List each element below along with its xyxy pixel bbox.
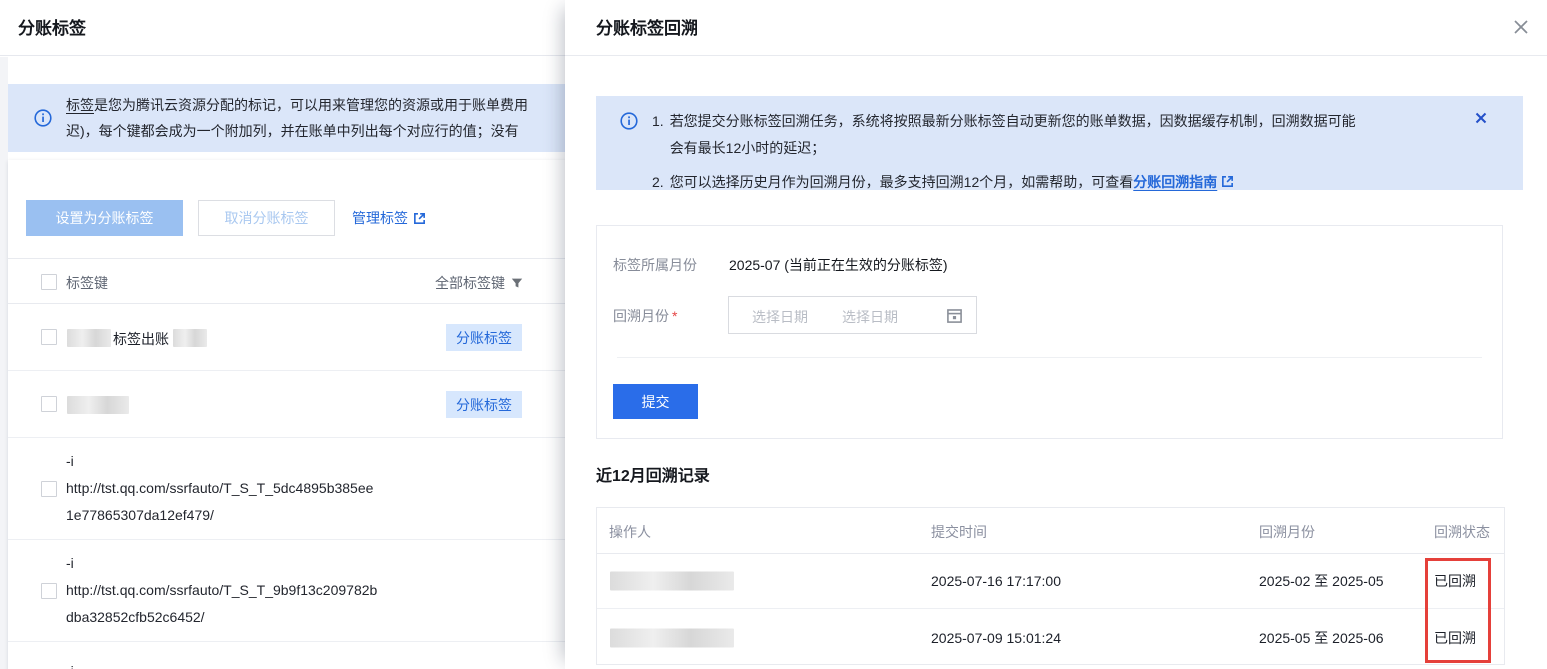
allocation-tag-badge: 分账标签: [446, 324, 522, 351]
operator-column-header: 操作人: [609, 522, 651, 542]
cancel-allocation-tag-button[interactable]: 取消分账标签: [198, 200, 335, 236]
submit-button[interactable]: 提交: [613, 384, 698, 419]
row-checkbox[interactable]: [41, 481, 57, 497]
tag-row: 标签出账 分账标签: [8, 304, 565, 371]
tag-row: 分账标签: [8, 371, 565, 438]
close-icon[interactable]: [1511, 17, 1531, 37]
notice-item-2: 2. 您可以选择历史月作为回溯月份，最多支持回溯12个月，如需帮助，可查看分账回…: [652, 169, 1356, 196]
end-date-placeholder: 选择日期: [842, 307, 898, 327]
tag-key-text: -i http://tst.qq.com/ssrfauto/T_S_T_5dc4…: [66, 448, 373, 529]
row-checkbox[interactable]: [41, 583, 57, 599]
backtrack-months-cell: 2025-05 至 2025-06: [1259, 628, 1384, 648]
tag-key-text: -i http://tst.qq.com/ssrfauto/T_S_T_9b9f…: [66, 550, 377, 631]
backtrack-months-column-header: 回溯月份: [1259, 522, 1315, 542]
notice-item-1-line2: 会有最长12小时的延迟；: [670, 135, 1356, 162]
start-date-placeholder: 选择日期: [752, 307, 808, 327]
notice-item-2-text: 您可以选择历史月作为回溯月份，最多支持回溯12个月，如需帮助，可查看: [670, 174, 1134, 190]
external-link-icon: [413, 212, 426, 225]
external-link-icon: [1221, 175, 1234, 188]
calendar-icon: [946, 307, 963, 324]
page-title: 分账标签: [18, 14, 86, 39]
tags-info-banner: 标签是您为腾讯云资源分配的标记，可以用来管理您的资源或用于账单费用 迟)，每个键…: [8, 84, 565, 152]
tag-term-link[interactable]: 标签: [66, 97, 94, 113]
submit-time-column-header: 提交时间: [931, 522, 987, 542]
tags-info-line1: 是您为腾讯云资源分配的标记，可以用来管理您的资源或用于账单费用: [94, 97, 528, 113]
backtrack-guide-link[interactable]: 分账回溯指南: [1133, 174, 1217, 190]
tag-key-filter[interactable]: 全部标签键: [435, 273, 523, 293]
manage-tags-link[interactable]: 管理标签: [352, 208, 426, 228]
status-column-header: 回溯状态: [1434, 522, 1490, 542]
redacted-operator: [610, 572, 734, 591]
required-mark: *: [672, 308, 677, 324]
redacted-text: [67, 396, 129, 414]
filter-funnel-icon: [511, 277, 523, 289]
set-allocation-tag-button[interactable]: 设置为分账标签: [26, 200, 183, 236]
cost-allocation-tags-page: 分账标签 标签是您为腾讯云资源分配的标记，可以用来管理您的资源或用于账单费用 迟…: [0, 0, 565, 669]
submit-time-cell: 2025-07-16 17:17:00: [931, 573, 1061, 589]
tag-month-value: 2025-07 (当前正在生效的分账标签): [729, 255, 948, 275]
panel-title: 分账标签回溯: [596, 14, 698, 39]
tag-month-label: 标签所属月份: [613, 255, 697, 275]
tag-row: -i: [8, 642, 565, 669]
tag-key-column-header: 标签键: [66, 273, 108, 293]
form-divider: [617, 357, 1482, 358]
redacted-text: [67, 329, 111, 347]
notice-body: 1. 若您提交分账标签回溯任务，系统将按照最新分账标签自动更新您的账单数据，因数…: [652, 108, 1356, 196]
backtrack-month-range-picker[interactable]: 选择日期 选择日期: [728, 296, 977, 334]
tag-row: -i http://tst.qq.com/ssrfauto/T_S_T_9b9f…: [8, 540, 565, 642]
backtrack-months-cell: 2025-02 至 2025-05: [1259, 571, 1384, 591]
tag-key-text: -i: [66, 658, 74, 669]
screen: 分账标签 标签是您为腾讯云资源分配的标记，可以用来管理您的资源或用于账单费用 迟…: [0, 0, 1547, 669]
status-cell: 已回溯: [1434, 628, 1476, 648]
record-row: 2025-07-16 17:17:00 2025-02 至 2025-05 已回…: [597, 554, 1504, 609]
backtrack-records-table: 操作人 提交时间 回溯月份 回溯状态 2025-07-16 17:17:00 2…: [596, 507, 1505, 665]
notice-close-icon[interactable]: [1474, 111, 1487, 124]
notice-item-2-number: 2.: [652, 169, 664, 196]
select-all-checkbox[interactable]: [41, 274, 57, 290]
notice-item-1: 1. 若您提交分账标签回溯任务，系统将按照最新分账标签自动更新您的账单数据，因数…: [652, 108, 1356, 162]
tags-info-line2: 迟)，每个键都会成为一个附加列，并在账单中列出每个对应行的值；没有: [66, 118, 528, 144]
redacted-text: [173, 329, 207, 347]
tag-row: -i http://tst.qq.com/ssrfauto/T_S_T_5dc4…: [8, 438, 565, 540]
redacted-operator: [610, 628, 734, 647]
backtrack-month-label: 回溯月份*: [613, 306, 677, 326]
backtrack-panel: 分账标签回溯 1. 若您提交分账标签回溯任务，系统将按照最新分账标签自动更新您的…: [565, 0, 1547, 669]
tags-table-header: 标签键 全部标签键: [8, 258, 565, 304]
tags-card: 设置为分账标签 取消分账标签 管理标签 标签键 全部标签键: [8, 160, 565, 669]
status-cell: 已回溯: [1434, 571, 1476, 591]
page-header: 分账标签: [0, 0, 565, 56]
notice-item-1-line1: 若您提交分账标签回溯任务，系统将按照最新分账标签自动更新您的账单数据，因数据缓存…: [670, 108, 1356, 135]
info-icon: [620, 112, 638, 130]
notice-item-1-number: 1.: [652, 108, 664, 162]
backtrack-form: 标签所属月份 2025-07 (当前正在生效的分账标签) 回溯月份* 选择日期 …: [596, 225, 1503, 439]
page-gutter: [0, 57, 8, 669]
panel-header: 分账标签回溯: [565, 0, 1547, 56]
record-row: 2025-07-09 15:01:24 2025-05 至 2025-06 已回…: [597, 609, 1504, 666]
backtrack-notice-banner: 1. 若您提交分账标签回溯任务，系统将按照最新分账标签自动更新您的账单数据，因数…: [596, 96, 1523, 190]
manage-tags-label: 管理标签: [352, 208, 408, 228]
tag-key-text: 标签出账: [113, 329, 169, 349]
records-table-header: 操作人 提交时间 回溯月份 回溯状态: [597, 508, 1504, 554]
filter-all-label: 全部标签键: [435, 273, 505, 293]
submit-time-cell: 2025-07-09 15:01:24: [931, 630, 1061, 646]
allocation-tag-badge: 分账标签: [446, 391, 522, 418]
records-section-title: 近12月回溯记录: [596, 462, 710, 486]
row-checkbox[interactable]: [41, 396, 57, 412]
tags-info-text: 标签是您为腾讯云资源分配的标记，可以用来管理您的资源或用于账单费用 迟)，每个键…: [66, 92, 528, 144]
info-icon: [34, 109, 52, 127]
row-checkbox[interactable]: [41, 329, 57, 345]
